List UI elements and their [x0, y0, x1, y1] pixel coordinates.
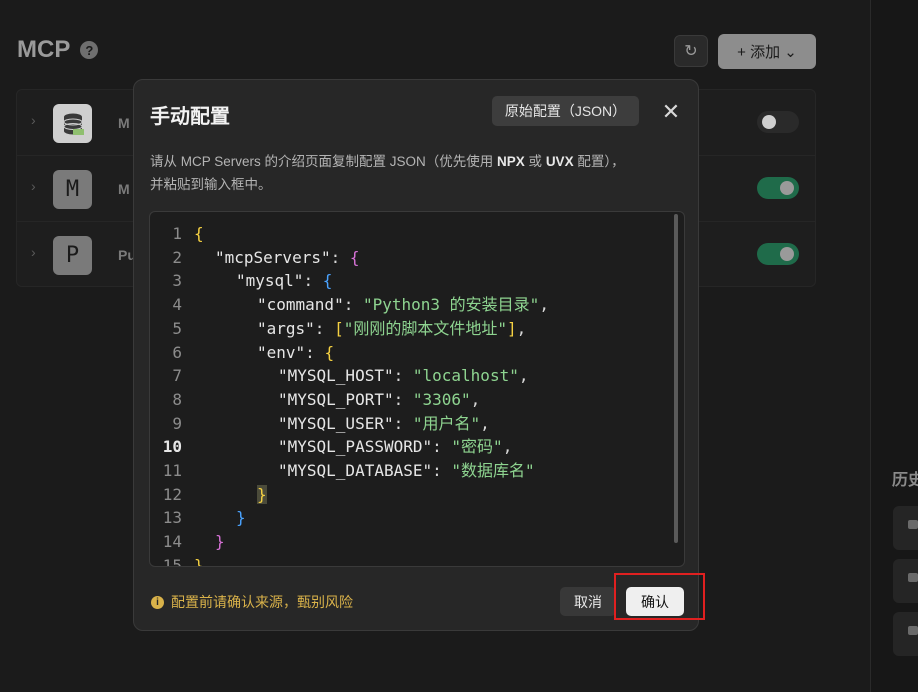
json-editor[interactable]: 1 {2 "mcpServers": { 3 "mysql": { 4 "command":… [149, 211, 685, 567]
server-avatar: M [53, 170, 92, 209]
chevron-right-icon[interactable]: › [31, 112, 36, 128]
info-icon: i [151, 595, 164, 609]
page-title: MCP [17, 36, 71, 63]
history-item[interactable] [893, 559, 918, 603]
close-icon[interactable]: ✕ [659, 100, 683, 124]
code-text: "args": ["刚刚的脚本文件地址"], [257, 318, 527, 338]
code-text: "MYSQL_HOST": "localhost", [278, 366, 529, 386]
add-button-label: + 添加 ⌄ [737, 44, 797, 61]
line-number: 3 [172, 271, 182, 291]
server-name: M [118, 181, 130, 197]
uvx-label: UVX [545, 154, 574, 169]
chevron-right-icon[interactable]: › [31, 178, 36, 194]
line-number: 5 [172, 318, 182, 338]
confirm-highlight-box [614, 573, 705, 620]
line-number: 13 [162, 508, 182, 528]
code-text: } [236, 508, 246, 528]
description-text: 请从 MCP Servers 的介绍页面复制配置 JSON（优先使用 [150, 154, 498, 169]
line-number: 8 [172, 389, 182, 409]
question-icon[interactable]: ? [80, 41, 99, 59]
line-number: 1 [172, 224, 182, 243]
manual-config-dialog: 手动配置 原始配置（JSON） ✕ 请从 MCP Servers 的介绍页面复制… [133, 79, 699, 631]
database-icon [53, 104, 92, 143]
cancel-button[interactable]: 取消 [560, 587, 616, 616]
server-toggle[interactable] [757, 243, 799, 265]
code-text: "MYSQL_PASSWORD": "密码", [278, 437, 513, 457]
dialog-description: 请从 MCP Servers 的介绍页面复制配置 JSON（优先使用 NPX 或… [150, 150, 676, 196]
page-header: MCP ? [17, 36, 99, 64]
dialog-title: 手动配置 [150, 106, 230, 128]
editor-scrollbar[interactable] [674, 214, 678, 543]
code-text: "MYSQL_DATABASE": "数据库名" [278, 461, 535, 480]
history-item[interactable] [893, 506, 918, 550]
chat-icon [908, 626, 918, 635]
line-number: 15 [162, 555, 182, 567]
code-text: "env": { [257, 342, 335, 362]
code-text: } [215, 532, 225, 552]
server-avatar: P [53, 236, 92, 275]
line-number: 6 [172, 342, 182, 362]
description-text: 并粘贴到输入框中。 [150, 177, 272, 192]
line-number: 4 [172, 295, 182, 315]
line-number: 7 [172, 366, 182, 386]
code-text: "command": "Python3 的安装目录", [257, 295, 549, 315]
code-text: "mcpServers": { [215, 247, 360, 267]
line-number: 12 [162, 484, 182, 504]
npx-label: NPX [497, 154, 525, 169]
add-button[interactable]: + 添加 ⌄ [718, 34, 816, 69]
source-warning: i 配置前请确认来源，甄别风险 [151, 592, 353, 612]
line-number: 14 [162, 532, 182, 552]
line-number: 11 [162, 461, 182, 480]
code-text: "mysql": { [236, 271, 333, 291]
line-number: 10 [162, 437, 182, 457]
server-name: M [118, 115, 130, 131]
chat-icon [908, 520, 918, 529]
description-text: 配置）， [573, 154, 625, 169]
refresh-button[interactable]: ↻ [674, 35, 708, 67]
code-text: } [257, 484, 267, 504]
line-number: 9 [172, 413, 182, 433]
description-text: 或 [524, 154, 546, 169]
raw-json-button[interactable]: 原始配置（JSON） [492, 96, 639, 126]
history-label: 历史 [892, 472, 918, 489]
code-text: } [194, 555, 204, 567]
code-text: "MYSQL_USER": "用户名", [278, 413, 490, 433]
server-toggle[interactable] [757, 177, 799, 199]
refresh-icon: ↻ [684, 43, 698, 60]
line-number: 2 [172, 247, 182, 267]
code-text: "MYSQL_PORT": "3306", [278, 389, 481, 409]
chat-icon [908, 573, 918, 582]
code-text: { [194, 224, 204, 243]
server-toggle[interactable] [757, 111, 799, 133]
chevron-right-icon[interactable]: › [31, 244, 36, 260]
history-item[interactable] [893, 612, 918, 656]
warning-text: 配置前请确认来源，甄别风险 [171, 594, 353, 610]
